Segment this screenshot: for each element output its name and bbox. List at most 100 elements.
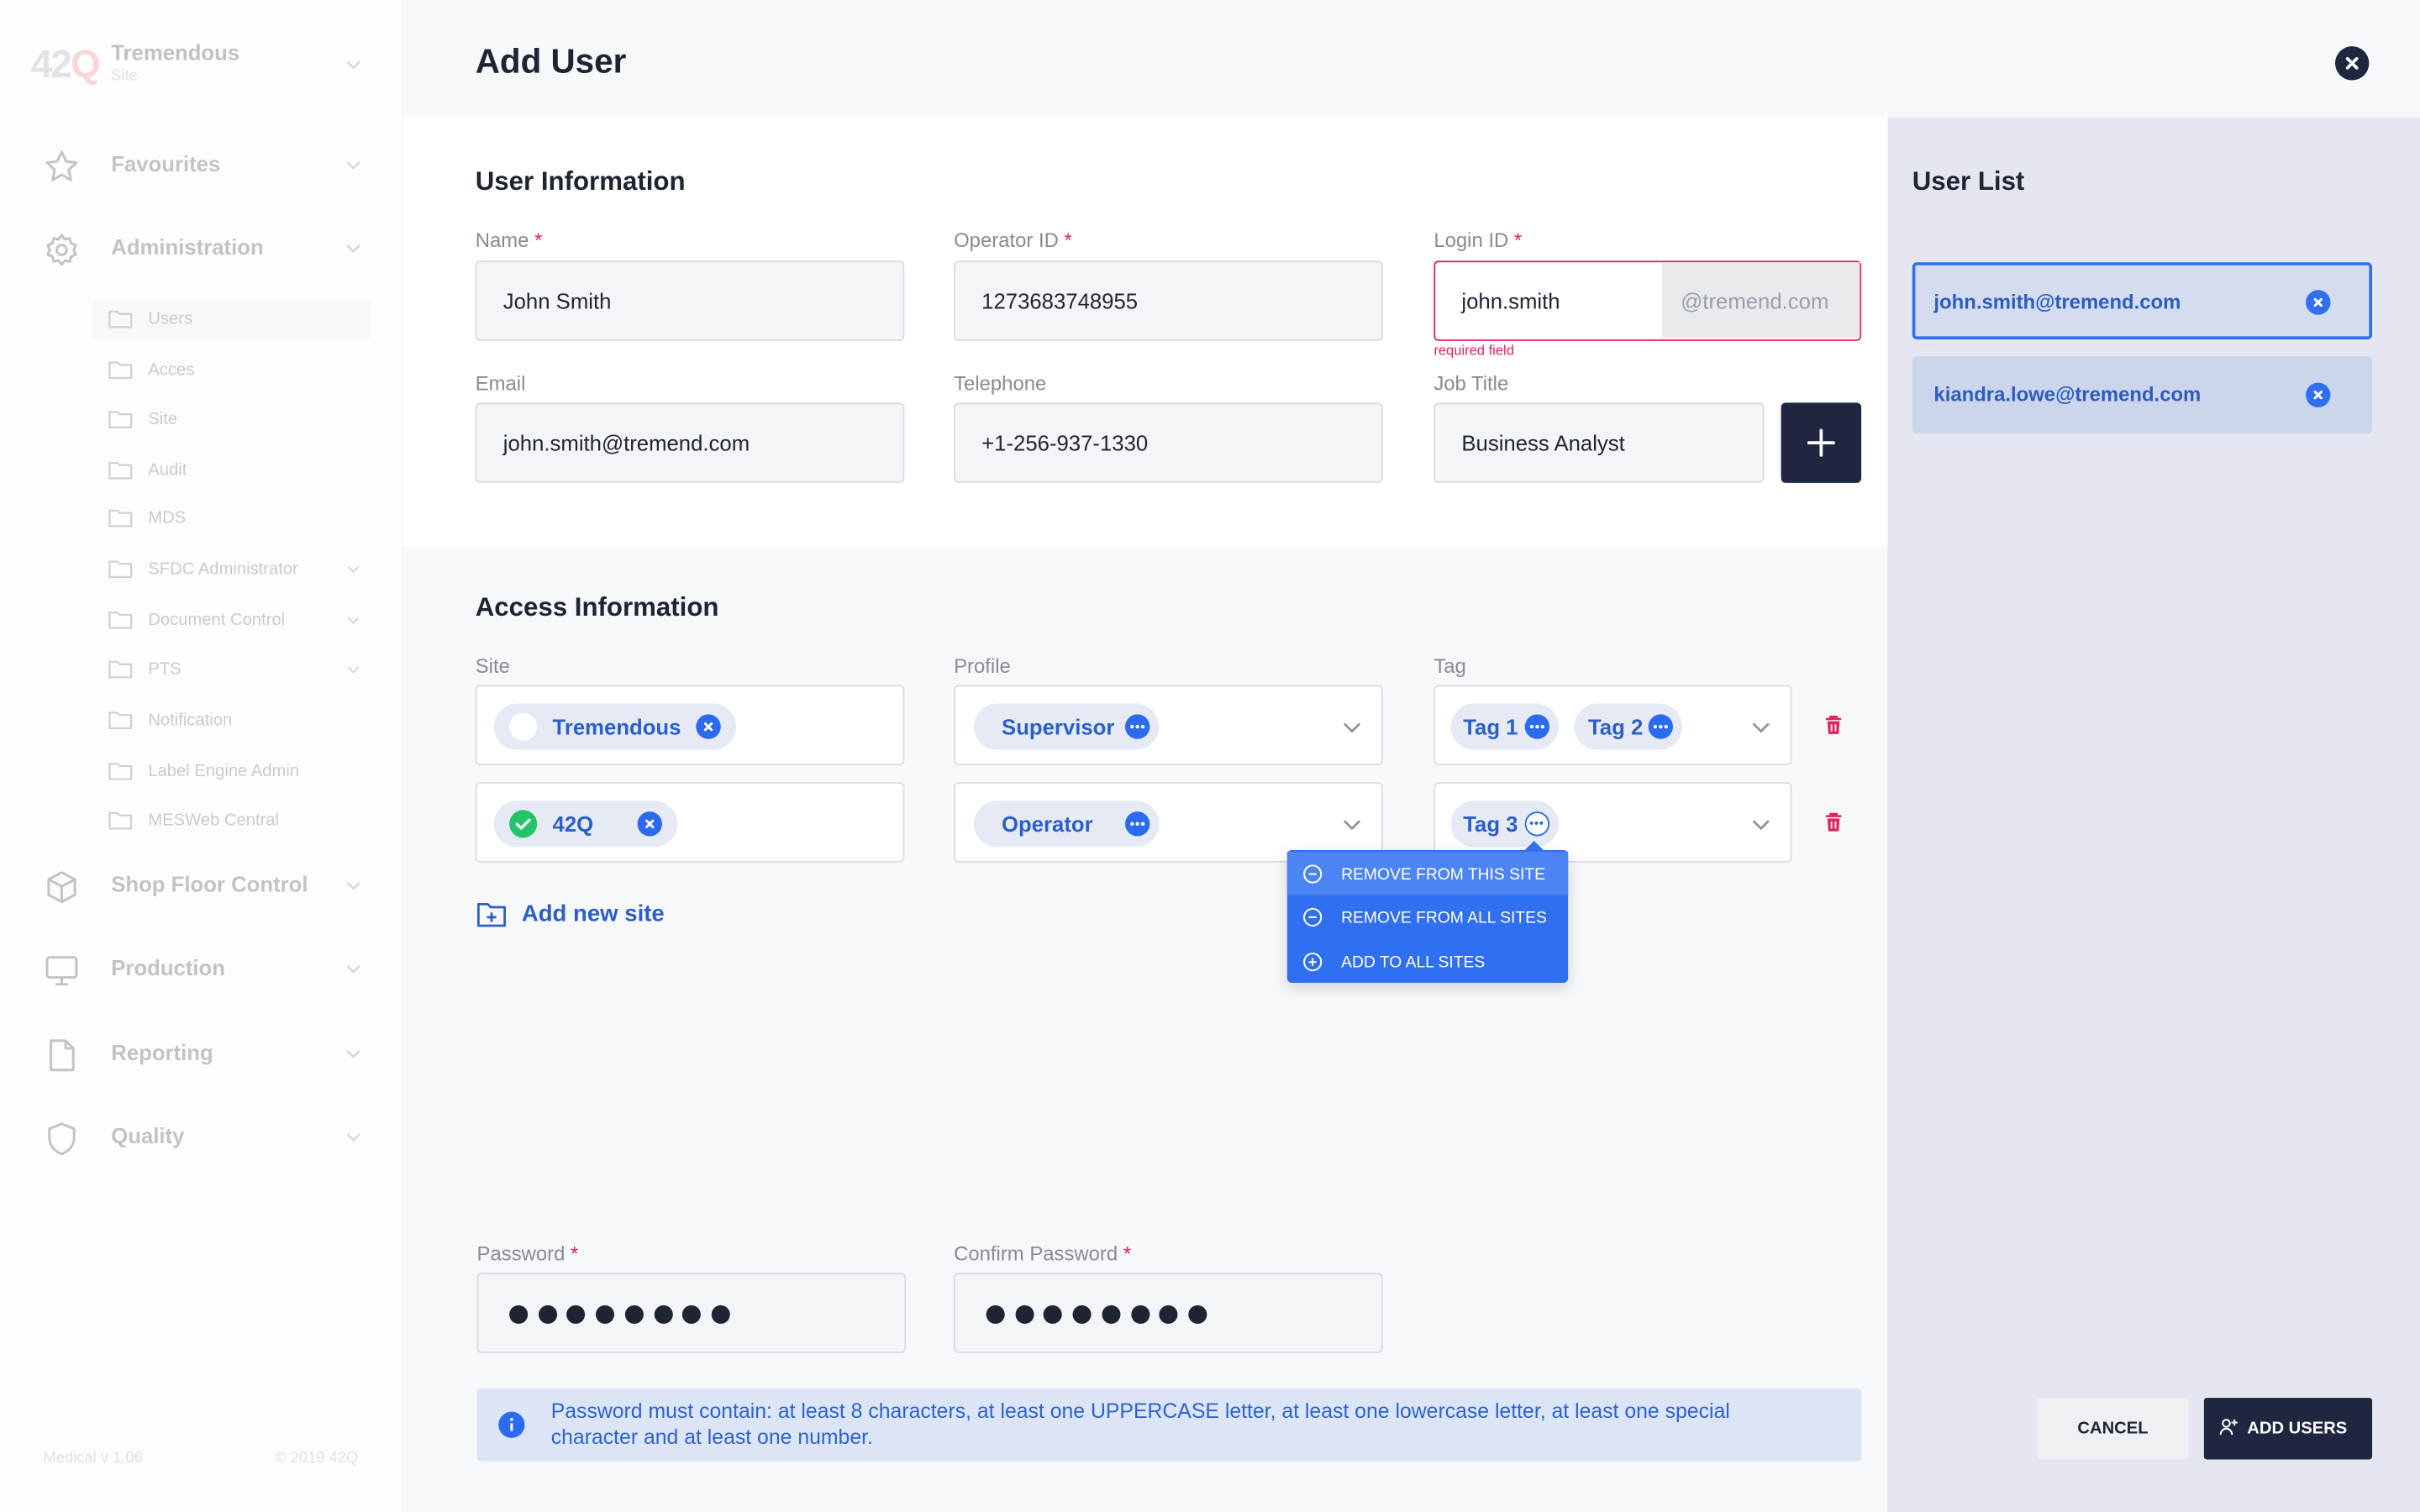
subnav-audit[interactable]: Audit [92,450,371,491]
site-chip[interactable]: 42Q [493,801,678,848]
chevron-down-icon [347,565,360,574]
login-id-value[interactable]: john.smith [1461,288,1560,312]
password-mask-dot [1072,1305,1092,1324]
email-field[interactable]: john.smith@tremend.com [475,402,905,483]
profile-options-button[interactable] [1124,811,1150,837]
cube-icon [47,871,76,904]
login-id-error: required field [1434,342,1514,359]
nav-label: Production [111,954,225,980]
login-id-field[interactable]: john.smith @tremend.com [1434,260,1862,341]
subnav-users[interactable]: Users [92,299,371,340]
chevron-down-icon [346,244,360,254]
trash-icon[interactable] [1823,811,1844,833]
subnav-label: Notification [148,711,233,730]
profile-chip-label: Supervisor [1002,714,1115,739]
add-users-button[interactable]: ADD USERS [2203,1398,2373,1460]
org-chevron-down-icon[interactable] [345,55,363,74]
app-version: Medical v 1.06 [43,1450,143,1467]
page-header [402,0,2420,118]
name-field[interactable]: John Smith [475,260,905,341]
more-horizontal-icon [1130,724,1145,729]
folder-icon [108,461,133,480]
profile-chip[interactable]: Operator [973,801,1160,848]
subnav-mds[interactable]: MDS [92,498,371,538]
site-column-label: Site [475,654,510,678]
login-id-domain-suffix: @tremend.com [1662,262,1860,339]
profile-options-button[interactable] [1124,714,1150,739]
password-mask-dot [538,1305,557,1324]
minus-circle-icon [1303,864,1323,884]
more-horizontal-icon [1130,822,1145,827]
confirm-password-field[interactable] [954,1273,1383,1353]
password-field[interactable] [476,1273,907,1353]
add-users-label: ADD USERS [2247,1419,2348,1438]
close-icon [2313,391,2323,400]
more-horizontal-icon [1653,724,1668,729]
tag-options-button[interactable] [1648,714,1674,739]
menu-item-remove-from-this-site[interactable]: REMOVE FROM THIS SITE [1286,851,1569,895]
job-title-field[interactable]: Business Analyst [1434,402,1765,483]
tag-chip[interactable]: Tag 1 [1450,703,1560,750]
site-checked-icon[interactable] [509,810,538,838]
operator-id-field[interactable]: 1273683748955 [954,260,1383,341]
plus-circle-icon [1303,953,1323,972]
subnav-label-engine-admin[interactable]: Label Engine Admin [92,751,371,791]
star-icon [45,150,78,181]
remove-site-button[interactable] [696,714,721,739]
remove-user-button[interactable] [2306,382,2331,407]
name-label: Name * [475,228,543,252]
profile-chip[interactable]: Supervisor [973,703,1160,750]
subnav-acces[interactable]: Acces [92,350,371,391]
remove-user-button[interactable] [2306,290,2331,315]
tag-column-label: Tag [1434,654,1466,678]
chevron-down-icon[interactable] [1341,716,1363,738]
subnav-site[interactable]: Site [92,400,371,440]
password-mask-dot [711,1305,730,1324]
site-chip[interactable]: Tremendous [493,703,737,750]
cancel-button[interactable]: CANCEL [2037,1398,2189,1460]
subnav-notification[interactable]: Notification [92,701,371,741]
close-button[interactable] [2334,46,2370,81]
menu-item-remove-from-all-sites[interactable]: REMOVE FROM ALL SITES [1287,895,1568,937]
add-new-site-button[interactable]: Add new site [476,898,708,935]
profile-column-label: Profile [954,654,1011,678]
tag-options-button[interactable] [1524,714,1550,739]
password-mask-dot [682,1305,702,1324]
menu-item-add-to-all-sites[interactable]: ADD TO ALL SITES [1287,940,1568,983]
user-list-item[interactable]: john.smith@tremend.com [1912,262,2373,340]
add-user-to-list-button[interactable] [1781,402,1862,483]
nav-quality[interactable]: Quality [0,1110,402,1165]
chevron-down-icon [346,160,360,171]
nav-administration[interactable]: Administration [0,221,402,276]
close-icon [645,819,655,828]
remove-site-button[interactable] [637,811,662,837]
chevron-down-icon[interactable] [1750,716,1772,738]
chevron-down-icon[interactable] [1341,813,1363,835]
user-email: kiandra.lowe@tremend.com [1933,382,2202,407]
copyright: © 2019 42Q [274,1450,359,1467]
nav-label: Administration [111,234,264,260]
check-icon [515,818,531,830]
nav-production[interactable]: Production [0,941,402,996]
menu-item-label: REMOVE FROM THIS SITE [1341,865,1546,885]
user-list-item[interactable]: kiandra.lowe@tremend.com [1912,356,2373,434]
subnav-label: MESWeb Central [148,811,280,831]
nav-reporting[interactable]: Reporting [0,1026,402,1081]
chevron-down-icon [346,964,360,974]
tag-context-menu: REMOVE FROM THIS SITE REMOVE FROM ALL SI… [1286,841,1569,983]
telephone-field[interactable]: +1-256-937-1330 [954,402,1383,483]
access-information-heading: Access Information [475,592,719,622]
gear-icon [46,234,77,266]
tag-chip[interactable]: Tag 2 [1574,703,1683,750]
trash-icon[interactable] [1823,714,1844,736]
nav-shop-floor-control[interactable]: Shop Floor Control [0,858,402,913]
chevron-down-icon[interactable] [1750,813,1772,835]
subnav-document-control[interactable]: Document Control [92,600,371,640]
subnav-mesweb-central[interactable]: MESWeb Central [92,801,371,841]
nav-favourites[interactable]: Favourites [0,137,402,192]
tag-options-button-active[interactable] [1524,811,1550,837]
subnav-sfdc-administrator[interactable]: SFDC Administrator [92,549,371,590]
subnav-pts[interactable]: PTS [92,649,371,690]
subnav-label: PTS [148,660,182,680]
site-unchecked-icon[interactable] [509,712,538,741]
